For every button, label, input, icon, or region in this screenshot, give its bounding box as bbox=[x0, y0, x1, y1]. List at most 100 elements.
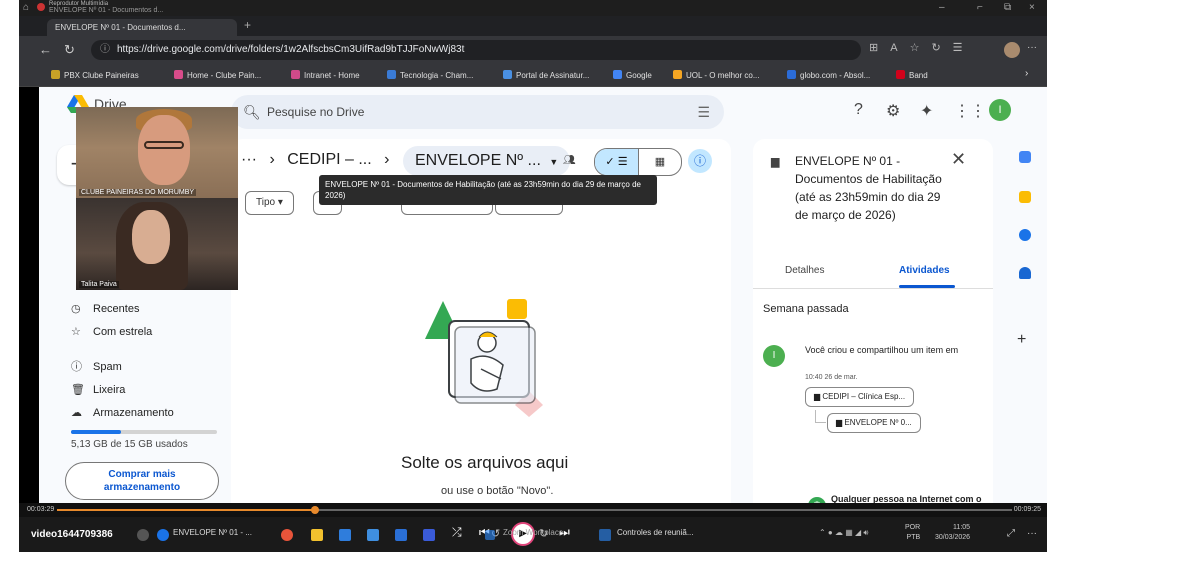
address-bar-row: ← ↻ ⓘ https://drive.google.com/drive/fol… bbox=[19, 36, 1047, 64]
user-avatar[interactable]: I bbox=[989, 99, 1011, 121]
storage-text: 5,13 GB de 15 GB usados bbox=[71, 439, 188, 450]
nav-recentes[interactable]: ◷ Recentes bbox=[71, 301, 139, 317]
teams-icon[interactable] bbox=[367, 529, 379, 541]
bookmark-item[interactable]: Tecnologia - Cham... bbox=[387, 70, 473, 80]
more-icon[interactable]: ··· bbox=[1027, 42, 1037, 53]
site-info-icon[interactable]: ⓘ bbox=[100, 40, 110, 60]
pin-icon[interactable]: ⌐ bbox=[977, 2, 983, 13]
bookmarks-bar: PBX Clube Paineiras Home - Clube Pain...… bbox=[19, 64, 1047, 87]
new-tab-icon[interactable]: + bbox=[244, 18, 251, 32]
breadcrumb-parent[interactable]: CEDIPI – ... bbox=[287, 151, 371, 168]
refresh-icon[interactable]: ↻ bbox=[931, 42, 940, 54]
outlook-icon[interactable] bbox=[339, 529, 351, 541]
read-aloud-icon[interactable]: A bbox=[890, 42, 897, 54]
breadcrumb: ··· › CEDIPI – ... › bbox=[241, 151, 389, 169]
bookmark-icon bbox=[291, 70, 300, 79]
chrome-icon[interactable] bbox=[281, 529, 293, 541]
add-addon-icon[interactable]: + bbox=[1017, 331, 1026, 349]
tab-atividades[interactable]: Atividades bbox=[899, 265, 950, 276]
store-icon[interactable] bbox=[395, 529, 407, 541]
filter-type[interactable]: Tipo ▾ bbox=[245, 191, 294, 215]
minimize-icon[interactable]: – bbox=[939, 2, 945, 13]
search-input[interactable]: 🔍︎ Pesquise no Drive ☰ bbox=[231, 95, 724, 129]
zoom-icon[interactable] bbox=[485, 530, 495, 540]
more-icon[interactable]: ··· bbox=[1027, 528, 1037, 539]
list-view-button[interactable]: ✓ ☰ bbox=[595, 149, 638, 175]
tree-connector bbox=[815, 410, 826, 423]
folder-icon: ▆ bbox=[771, 156, 780, 168]
bookmark-item[interactable]: Google bbox=[613, 70, 652, 80]
close-icon[interactable]: ✕ bbox=[951, 149, 966, 170]
tray-clock[interactable]: 11:05 30/03/2026 bbox=[935, 523, 970, 543]
breadcrumb-current[interactable]: ENVELOPE Nº ... ▼ bbox=[403, 146, 571, 176]
gear-icon[interactable]: ⚙ bbox=[886, 101, 900, 121]
seek-bar[interactable] bbox=[57, 506, 1012, 514]
nav-lixeira[interactable]: 🗑︎ Lixeira bbox=[71, 382, 125, 398]
back-icon[interactable]: ← bbox=[39, 42, 52, 57]
grid-icon[interactable]: ⊞ bbox=[869, 42, 878, 54]
home-icon[interactable]: ⌂ bbox=[23, 2, 29, 13]
taskbar-zoom[interactable]: Zoom Workplace bbox=[503, 528, 563, 537]
seek-thumb[interactable] bbox=[310, 506, 319, 514]
chip-child-folder[interactable]: ▆ ENVELOPE Nº 0... bbox=[827, 413, 921, 433]
nav-com-estrela[interactable]: ☆ Com estrela bbox=[71, 324, 152, 340]
filter-options-icon[interactable]: ☰ bbox=[697, 95, 710, 129]
tray-icons[interactable]: ⌃ ● ☁ ▦ ◢ 🔊︎ bbox=[819, 528, 868, 538]
video-player-frame: ⌂ Reprodutor Multimídia ENVELOPE Nº 01 -… bbox=[19, 0, 1047, 552]
fullscreen-icon[interactable]: ⤢ bbox=[1007, 528, 1015, 539]
nav-spam[interactable]: ⓘ Spam bbox=[71, 359, 122, 375]
player-title-bar: ⌂ Reprodutor Multimídia ENVELOPE Nº 01 -… bbox=[19, 0, 1047, 16]
week-heading: Semana passada bbox=[763, 303, 849, 315]
calendar-icon[interactable] bbox=[1019, 151, 1031, 163]
bookmark-item[interactable]: Band bbox=[896, 70, 928, 80]
tasks-icon[interactable] bbox=[1019, 229, 1031, 241]
star-icon: ☆ bbox=[71, 326, 81, 338]
bookmark-icon bbox=[503, 70, 512, 79]
browser-tab[interactable]: ENVELOPE Nº 01 - Documentos d... bbox=[47, 19, 237, 36]
gemini-sparkle-icon[interactable]: ✦ bbox=[920, 101, 933, 121]
contacts-icon[interactable] bbox=[1019, 267, 1031, 279]
shuffle-icon[interactable]: ⤮ bbox=[452, 525, 462, 540]
buy-storage-button[interactable]: Comprar mais armazenamento bbox=[65, 462, 219, 500]
taskbar-envelope[interactable]: ENVELOPE Nº 01 - ... bbox=[173, 528, 252, 537]
taskbar-controls[interactable]: Controles de reuniã... bbox=[617, 528, 694, 537]
chip-parent-folder[interactable]: ▆ CEDIPI – Clínica Esp... bbox=[805, 387, 915, 407]
chevron-right-icon[interactable]: › bbox=[1025, 68, 1028, 79]
bookmark-icon bbox=[174, 70, 183, 79]
favorite-star-icon[interactable]: ☆ bbox=[910, 42, 920, 54]
bookmark-item[interactable]: UOL - O melhor co... bbox=[673, 70, 760, 80]
drop-files-title: Solte os arquivos aqui bbox=[401, 453, 569, 472]
tab-detalhes[interactable]: Detalhes bbox=[785, 265, 824, 276]
webcam-label: Talita Paiva bbox=[79, 281, 119, 288]
bookmark-item[interactable]: Portal de Assinatur... bbox=[503, 70, 589, 80]
grid-view-button[interactable]: ▦ bbox=[638, 149, 681, 175]
reload-icon[interactable]: ↻ bbox=[64, 42, 75, 58]
browser-profile-avatar[interactable] bbox=[1004, 42, 1020, 58]
breadcrumb-more[interactable]: ··· bbox=[241, 151, 257, 168]
folder-tooltip: ENVELOPE Nº 01 - Documentos de Habilitaç… bbox=[319, 175, 657, 205]
bookmark-item[interactable]: globo.com - Absol... bbox=[787, 70, 870, 80]
bookmark-item[interactable]: Home - Clube Pain... bbox=[174, 70, 261, 80]
app-icon[interactable] bbox=[137, 529, 149, 541]
favorites-icon[interactable]: ☰ bbox=[953, 42, 963, 54]
search-icon[interactable]: 🔍︎ bbox=[243, 95, 261, 129]
maximize-icon[interactable]: ⧉ bbox=[1004, 2, 1011, 13]
info-icon[interactable]: ⓘ bbox=[688, 149, 712, 173]
seek-fill bbox=[57, 509, 315, 511]
url-text: https://drive.google.com/drive/folders/1… bbox=[117, 44, 465, 55]
close-icon[interactable]: × bbox=[1029, 2, 1035, 13]
help-icon[interactable]: ? bbox=[854, 101, 863, 119]
bookmark-item[interactable]: Intranet - Home bbox=[291, 70, 360, 80]
trash-icon: 🗑︎ bbox=[71, 384, 85, 396]
file-explorer-icon[interactable] bbox=[311, 529, 323, 541]
url-field[interactable]: ⓘ https://drive.google.com/drive/folders… bbox=[91, 40, 861, 60]
breadcrumb-current-label: ENVELOPE Nº ... bbox=[415, 152, 541, 169]
edge-icon[interactable] bbox=[157, 529, 169, 541]
nav-armazenamento[interactable]: ☁ Armazenamento bbox=[71, 405, 174, 421]
tray-language[interactable]: POR PTB bbox=[905, 523, 920, 543]
bookmark-item[interactable]: PBX Clube Paineiras bbox=[51, 70, 139, 80]
apps-grid-icon[interactable]: ⋮⋮ bbox=[954, 101, 986, 121]
keep-icon[interactable] bbox=[1019, 191, 1031, 203]
zoom-controls-icon[interactable] bbox=[599, 529, 611, 541]
remote-icon[interactable] bbox=[423, 529, 435, 541]
